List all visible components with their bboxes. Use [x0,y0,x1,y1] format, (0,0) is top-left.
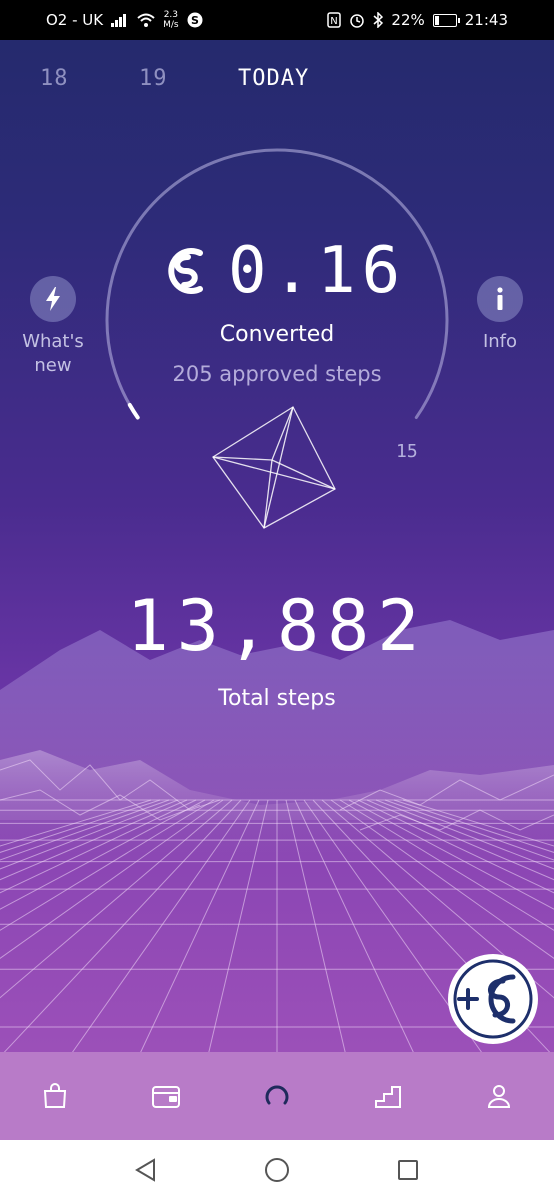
nav-home[interactable] [247,1066,307,1126]
home-circle-icon [264,1158,289,1182]
wallet-icon [152,1086,181,1108]
total-steps-label: Total steps [218,686,336,711]
coin-amount: 0.16 [228,234,407,308]
profile-icon [487,1085,510,1108]
home-loop-icon [265,1085,289,1105]
total-steps-value: 13,882 [126,585,428,667]
stairs-icon [374,1086,401,1108]
recents-square-icon [398,1160,419,1180]
plus-coin-icon [453,959,533,1039]
bottom-nav [0,1052,554,1140]
shop-icon [44,1083,67,1108]
sweatcoin-symbol-icon [168,248,203,294]
gauge-max-label: 15 [396,441,418,462]
coin-balance: 0.16 [160,236,406,306]
recents-button[interactable] [388,1150,428,1190]
home-button[interactable] [257,1150,297,1190]
nav-profile[interactable] [469,1066,529,1126]
back-button[interactable] [126,1150,166,1190]
app-screen: O2 - UK 2.3 M/s S N 22% 21:43 18 19 TODA… [0,0,554,1200]
octahedron-graphic [212,406,336,529]
approved-steps-label: 205 approved steps [172,362,382,386]
info-icon [477,276,523,322]
back-triangle-icon [134,1158,155,1182]
nav-shop[interactable] [25,1066,85,1126]
converted-label: Converted [219,322,335,347]
lightning-icon [30,276,76,322]
system-navigation-bar [0,1140,554,1200]
add-sweatcoin-button[interactable] [448,954,538,1044]
nav-wallet[interactable] [136,1066,196,1126]
nav-stairs[interactable] [358,1066,418,1126]
